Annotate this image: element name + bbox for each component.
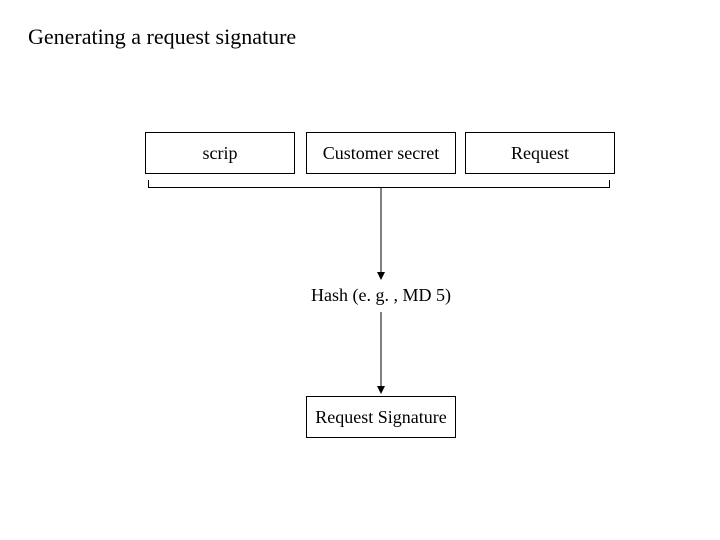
- box-request-label: Request: [511, 143, 569, 164]
- box-customer-secret-label: Customer secret: [323, 143, 439, 164]
- merge-bracket: [148, 180, 610, 188]
- box-customer-secret: Customer secret: [306, 132, 456, 174]
- box-request-signature-label: Request Signature: [315, 407, 446, 428]
- box-request-signature: Request Signature: [306, 396, 456, 438]
- box-scrip-label: scrip: [203, 143, 238, 164]
- diagram-title: Generating a request signature: [28, 24, 296, 50]
- diagram-canvas: Generating a request signature scrip Cus…: [0, 0, 720, 540]
- hash-step-label: Hash (e. g. , MD 5): [306, 285, 456, 306]
- arrow-hash-to-signature: [376, 312, 386, 394]
- box-scrip: scrip: [145, 132, 295, 174]
- box-request: Request: [465, 132, 615, 174]
- arrow-inputs-to-hash: [376, 188, 386, 280]
